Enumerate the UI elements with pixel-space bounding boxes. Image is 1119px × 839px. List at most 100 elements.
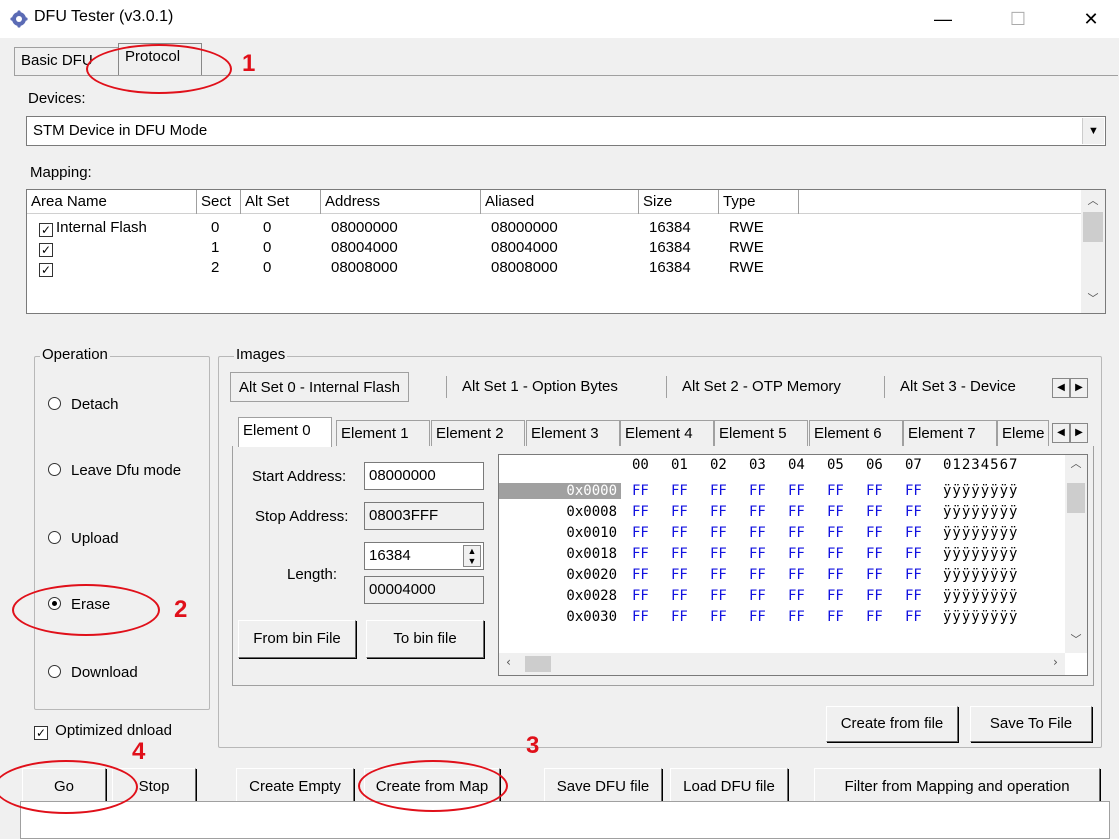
hex-byte[interactable]: FF <box>905 483 922 499</box>
hex-byte[interactable]: FF <box>827 567 844 583</box>
hex-row[interactable]: 0x0028 FF FF FF FF FF FF FF FF ÿÿÿÿÿÿÿÿ <box>499 588 1065 609</box>
hex-byte[interactable]: FF <box>866 588 883 604</box>
element-tab-3[interactable]: Element 3 <box>526 420 620 446</box>
hex-byte[interactable]: FF <box>788 567 805 583</box>
alt-tab-1[interactable]: Alt Set 1 - Option Bytes <box>454 372 626 402</box>
hex-byte[interactable]: FF <box>710 525 727 541</box>
element-tab-4[interactable]: Element 4 <box>620 420 714 446</box>
hex-byte[interactable]: FF <box>632 525 649 541</box>
mapping-list[interactable]: Area Name Sect Alt Set Address Aliased S… <box>26 189 1106 314</box>
row-checkbox[interactable]: ✓ <box>39 263 53 277</box>
from-bin-file-button[interactable]: From bin File <box>238 620 356 658</box>
element-tab-6[interactable]: Element 6 <box>809 420 903 446</box>
hex-byte[interactable]: FF <box>710 504 727 520</box>
hex-byte[interactable]: FF <box>671 483 688 499</box>
hex-byte[interactable]: FF <box>788 546 805 562</box>
hex-byte[interactable]: FF <box>671 609 688 625</box>
hex-byte[interactable]: FF <box>905 525 922 541</box>
hex-byte[interactable]: FF <box>632 546 649 562</box>
spin-arrows-icon[interactable]: ▲ ▼ <box>463 545 481 567</box>
hex-byte[interactable]: FF <box>710 483 727 499</box>
hex-byte[interactable]: FF <box>788 504 805 520</box>
hex-byte[interactable]: FF <box>827 504 844 520</box>
element-tab-7[interactable]: Element 7 <box>903 420 997 446</box>
hex-byte[interactable]: FF <box>905 588 922 604</box>
hex-byte[interactable]: FF <box>671 525 688 541</box>
element-tab-5[interactable]: Element 5 <box>714 420 808 446</box>
col-sect[interactable]: Sect <box>197 190 241 214</box>
hex-hscrollbar[interactable]: ‹ › <box>499 653 1065 675</box>
hex-byte[interactable]: FF <box>788 588 805 604</box>
alt-tab-3[interactable]: Alt Set 3 - Device F <box>892 372 1016 402</box>
alt-tab-2[interactable]: Alt Set 2 - OTP Memory <box>674 372 849 402</box>
hex-byte[interactable]: FF <box>905 546 922 562</box>
hex-byte[interactable]: FF <box>749 546 766 562</box>
element-tab-0[interactable]: Element 0 <box>238 417 332 447</box>
hex-scroll-right-icon[interactable]: › <box>1052 655 1059 669</box>
hex-byte[interactable]: FF <box>905 504 922 520</box>
element-tab-2[interactable]: Element 2 <box>431 420 525 446</box>
maximize-button[interactable]: ☐ <box>995 4 1041 34</box>
col-aliased[interactable]: Aliased <box>481 190 639 214</box>
element-tab-8[interactable]: Eleme <box>997 420 1049 446</box>
hex-byte[interactable]: FF <box>866 504 883 520</box>
hex-view[interactable]: 00 01 02 03 04 05 06 07 01234567 0x0000 FF FF FF FF F… <box>498 454 1088 676</box>
hex-row[interactable]: 0x0030 FF FF FF FF FF FF FF FF ÿÿÿÿÿÿÿÿ <box>499 609 1065 630</box>
hex-byte[interactable]: FF <box>866 483 883 499</box>
hex-scroll-left-icon[interactable]: ‹ <box>505 655 512 669</box>
chevron-down-icon[interactable]: ▼ <box>1082 118 1104 144</box>
alt-tab-scroller[interactable]: ◀ ▶ <box>1052 377 1090 399</box>
hex-byte[interactable]: FF <box>671 588 688 604</box>
start-address-input[interactable]: 08000000 <box>364 462 484 490</box>
hex-hscroll-thumb[interactable] <box>525 656 551 672</box>
element-tab-scroller[interactable]: ◀ ▶ <box>1052 422 1090 444</box>
hex-byte[interactable]: FF <box>749 588 766 604</box>
col-address[interactable]: Address <box>321 190 481 214</box>
row-checkbox[interactable]: ✓ <box>39 223 53 237</box>
hex-byte[interactable]: FF <box>671 546 688 562</box>
radio-leave-dfu-mode[interactable]: Leave Dfu mode <box>48 462 181 479</box>
radio-circle[interactable] <box>48 665 61 678</box>
table-row[interactable]: ✓ Internal Flash 0 0 08000000 08000000 16384 RW… <box>27 218 1083 238</box>
optimized-checkbox[interactable]: ✓ <box>34 726 48 740</box>
minimize-button[interactable]: — <box>920 4 966 34</box>
optimized-dnload-option[interactable]: ✓ Optimized dnload <box>34 722 172 740</box>
col-size[interactable]: Size <box>639 190 719 214</box>
hex-byte[interactable]: FF <box>632 567 649 583</box>
scroll-down-icon[interactable]: ﹀ <box>1081 288 1105 310</box>
hex-byte[interactable]: FF <box>866 567 883 583</box>
devices-select[interactable]: STM Device in DFU Mode ▼ <box>26 116 1106 146</box>
hex-byte[interactable]: FF <box>827 609 844 625</box>
hex-byte[interactable]: FF <box>632 609 649 625</box>
hex-row[interactable]: 0x0008 FF FF FF FF FF FF FF FF ÿÿÿÿÿÿÿÿ <box>499 504 1065 525</box>
tab-right-arrow-icon[interactable]: ▶ <box>1070 378 1088 398</box>
hex-byte[interactable]: FF <box>710 546 727 562</box>
hex-byte[interactable]: FF <box>749 525 766 541</box>
hex-byte[interactable]: FF <box>749 609 766 625</box>
element-left-arrow-icon[interactable]: ◀ <box>1052 423 1070 443</box>
hex-byte[interactable]: FF <box>788 609 805 625</box>
hex-scroll-up-icon[interactable]: ︿ <box>1065 455 1087 471</box>
length-stepper[interactable]: 16384 ▲ ▼ <box>364 542 484 570</box>
hex-byte[interactable]: FF <box>749 567 766 583</box>
hex-byte[interactable]: FF <box>788 483 805 499</box>
hex-byte[interactable]: FF <box>827 546 844 562</box>
hex-byte[interactable]: FF <box>866 525 883 541</box>
table-row[interactable]: ✓ 1 0 08004000 08004000 16384 RWE <box>27 238 1083 258</box>
hex-byte[interactable]: FF <box>710 588 727 604</box>
scroll-up-icon[interactable]: ︿ <box>1081 190 1105 212</box>
hex-byte[interactable]: FF <box>788 525 805 541</box>
hex-vscrollbar[interactable]: ︿ ﹀ <box>1065 455 1087 653</box>
hex-row[interactable]: 0x0020 FF FF FF FF FF FF FF FF ÿÿÿÿÿÿÿÿ <box>499 567 1065 588</box>
hex-byte[interactable]: FF <box>905 609 922 625</box>
save-to-file-button[interactable]: Save To File <box>970 706 1092 742</box>
hex-byte[interactable]: FF <box>749 483 766 499</box>
hex-byte[interactable]: FF <box>710 609 727 625</box>
create-from-file-button[interactable]: Create from file <box>826 706 958 742</box>
col-type[interactable]: Type <box>719 190 799 214</box>
table-row[interactable]: ✓ 2 0 08008000 08008000 16384 RWE <box>27 258 1083 278</box>
hex-byte[interactable]: FF <box>749 504 766 520</box>
tab-left-arrow-icon[interactable]: ◀ <box>1052 378 1070 398</box>
radio-circle[interactable] <box>48 531 61 544</box>
alt-tab-0[interactable]: Alt Set 0 - Internal Flash <box>230 372 409 402</box>
